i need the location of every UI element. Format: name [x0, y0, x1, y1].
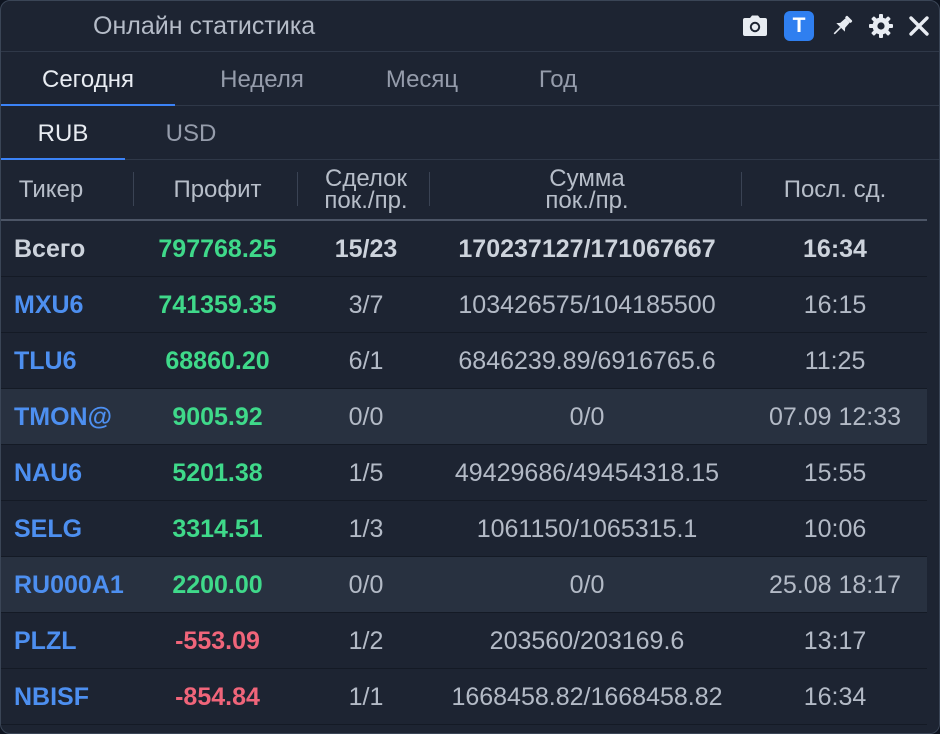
ticker-cell: NAU6 — [14, 459, 83, 487]
profit-cell: 741359.35 — [158, 291, 277, 319]
title-bar[interactable]: Онлайн статистика T — [1, 1, 939, 52]
ticker-cell: TMON@ — [14, 403, 112, 431]
total-last-trade: 16:34 — [803, 235, 867, 263]
deals-cell: 1/1 — [348, 683, 384, 711]
tab-rub[interactable]: RUB — [1, 106, 125, 160]
header-deals-line2: пок./пр. — [324, 186, 408, 214]
currency-tabs: RUB USD — [1, 106, 939, 160]
ticker-cell: MXU6 — [14, 291, 84, 319]
table-row[interactable]: RU000A1 2200.00 0/0 0/0 25.08 18:17 — [1, 557, 927, 613]
deals-cell: 1/2 — [348, 627, 384, 655]
table-header: Тикер Профит Сделок пок./пр. Сумма пок./… — [1, 160, 927, 221]
last-trade-cell: 25.08 18:17 — [768, 571, 902, 599]
period-tabs: Сегодня Неделя Месяц Год — [1, 52, 939, 106]
total-deals: 15/23 — [334, 235, 398, 263]
total-sum: 170237127/171067667 — [458, 235, 716, 263]
tab-today[interactable]: Сегодня — [1, 52, 175, 106]
last-trade-cell: 10:06 — [803, 515, 867, 543]
profit-cell: 9005.92 — [172, 403, 263, 431]
deals-cell: 1/3 — [348, 515, 384, 543]
table-row[interactable]: TLU6 68860.20 6/1 6846239.89/6916765.6 11:25 — [1, 333, 927, 389]
ticker-cell: TLU6 — [14, 347, 77, 375]
column-divider[interactable] — [741, 172, 742, 206]
ticker-cell: PLZL — [14, 627, 77, 655]
table-row[interactable]: NAU6 5201.38 1/5 49429686/49454318.15 15:55 — [1, 445, 927, 501]
deals-cell: 0/0 — [348, 571, 384, 599]
header-sum[interactable]: Сумма пок./пр. — [431, 160, 743, 219]
table-row[interactable]: SELG 3314.51 1/3 1061150/1065315.1 10:06 — [1, 501, 927, 557]
stats-window: Онлайн статистика T Сегодня Неделя Месяц… — [0, 0, 940, 734]
deals-cell: 1/5 — [348, 459, 384, 487]
sum-cell: 6846239.89/6916765.6 — [458, 347, 716, 375]
deals-cell: 0/0 — [348, 403, 384, 431]
table-row[interactable]: PLZL -553.09 1/2 203560/203169.6 13:17 — [1, 613, 927, 669]
total-label: Всего — [14, 235, 86, 263]
total-profit: 797768.25 — [158, 235, 277, 263]
last-trade-cell: 11:25 — [804, 347, 866, 375]
camera-icon[interactable] — [740, 11, 770, 41]
table-row[interactable]: MXU6 741359.35 3/7 103426575/104185500 16:15 — [1, 277, 927, 333]
sum-cell: 103426575/104185500 — [458, 291, 716, 319]
last-trade-cell: 16:15 — [803, 291, 867, 319]
table-row[interactable]: TMON@ 9005.92 0/0 0/0 07.09 12:33 — [1, 389, 927, 445]
sum-cell: 0/0 — [569, 571, 605, 599]
profit-cell: -854.84 — [175, 683, 260, 711]
tab-usd[interactable]: USD — [125, 106, 257, 159]
gear-icon[interactable] — [866, 11, 896, 41]
header-deals[interactable]: Сделок пок./пр. — [301, 160, 431, 219]
tab-year[interactable]: Год — [485, 52, 631, 105]
profit-cell: -553.09 — [175, 627, 260, 655]
vertical-scrollbar[interactable] — [927, 160, 939, 733]
last-trade-cell: 13:17 — [803, 627, 867, 655]
tab-month[interactable]: Месяц — [335, 52, 509, 105]
close-icon[interactable] — [904, 11, 934, 41]
profit-cell: 68860.20 — [165, 347, 270, 375]
ticker-cell: NBISF — [14, 683, 89, 711]
total-row[interactable]: Всего 797768.25 15/23 170237127/17106766… — [1, 221, 927, 277]
profit-cell: 2200.00 — [172, 571, 263, 599]
column-divider[interactable] — [133, 172, 134, 206]
header-ticker[interactable]: Тикер — [1, 160, 101, 219]
column-divider[interactable] — [429, 172, 430, 206]
last-trade-cell: 07.09 12:33 — [768, 403, 902, 431]
profit-cell: 5201.38 — [172, 459, 263, 487]
sum-cell: 203560/203169.6 — [489, 627, 685, 655]
sum-cell: 49429686/49454318.15 — [454, 459, 720, 487]
ticker-cell: RU000A1 — [14, 571, 124, 599]
deals-cell: 6/1 — [348, 347, 384, 375]
table-row[interactable]: NBISF -854.84 1/1 1668458.82/1668458.82 16:3… — [1, 669, 927, 725]
last-trade-cell: 15:55 — [803, 459, 867, 487]
sum-cell: 1061150/1065315.1 — [476, 515, 698, 543]
header-last-trade[interactable]: Посл. сд. — [743, 160, 927, 219]
deals-cell: 3/7 — [348, 291, 384, 319]
last-trade-cell: 16:34 — [803, 683, 867, 711]
header-profit[interactable]: Профит — [135, 160, 300, 219]
header-sum-line2: пок./пр. — [545, 186, 629, 214]
profit-cell: 3314.51 — [172, 515, 263, 543]
window-title: Онлайн статистика — [93, 12, 316, 40]
text-mode-toggle-button[interactable]: T — [784, 11, 814, 41]
column-divider[interactable] — [297, 172, 298, 206]
sum-cell: 0/0 — [569, 403, 605, 431]
pin-icon[interactable] — [827, 11, 857, 41]
tab-week[interactable]: Неделя — [175, 52, 349, 105]
ticker-cell: SELG — [14, 515, 83, 543]
sum-cell: 1668458.82/1668458.82 — [451, 683, 723, 711]
